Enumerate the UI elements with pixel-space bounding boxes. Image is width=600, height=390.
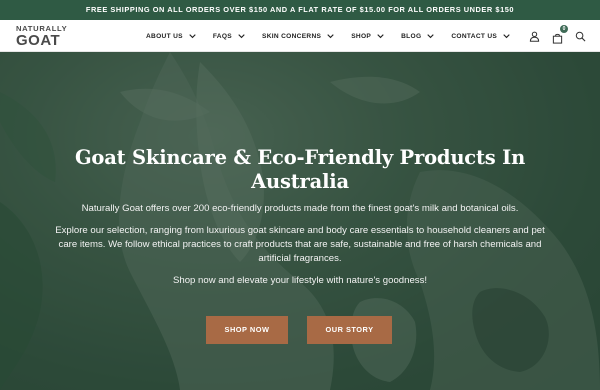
- hero-content: Goat Skincare & Eco-Friendly Products In…: [0, 52, 600, 390]
- chevron-down-icon: [327, 34, 334, 39]
- chevron-down-icon: [427, 34, 435, 39]
- menu-item-shop[interactable]: SHOP: [351, 33, 384, 40]
- header-icons: 0: [529, 20, 586, 52]
- user-icon[interactable]: [529, 31, 540, 42]
- announcement-text: FREE SHIPPING ON ALL ORDERS OVER $150 AN…: [85, 5, 515, 14]
- announcement-bar: FREE SHIPPING ON ALL ORDERS OVER $150 AN…: [0, 0, 600, 20]
- menu-item-skin-concerns[interactable]: SKIN CONCERNS: [262, 33, 334, 40]
- menu-item-label: SHOP: [351, 32, 372, 40]
- chevron-down-icon: [189, 34, 196, 39]
- main-menu: ABOUT US FAQS SKIN CONCERNS SHOP BLOG CO…: [146, 20, 527, 52]
- hero-paragraph-2: Explore our selection, ranging from luxu…: [55, 225, 545, 264]
- hero-paragraph-1: Naturally Goat offers over 200 eco-frien…: [81, 203, 519, 214]
- cart-button[interactable]: 0: [552, 24, 568, 44]
- menu-item-label: BLOG: [401, 32, 422, 40]
- menu-item-label: CONTACT US: [451, 32, 498, 40]
- logo-main-text: GOAT: [16, 32, 61, 49]
- hero-section: Goat Skincare & Eco-Friendly Products In…: [0, 52, 600, 390]
- chevron-down-icon: [238, 34, 245, 39]
- menu-item-blog[interactable]: BLOG: [401, 32, 435, 40]
- logo[interactable]: NATURALLY GOAT: [16, 23, 68, 49]
- menu-item-faqs[interactable]: FAQS: [213, 33, 245, 40]
- menu-item-contact-us[interactable]: CONTACT US: [451, 33, 510, 40]
- hero-paragraph-3: Shop now and elevate your lifestyle with…: [172, 275, 428, 286]
- cart-count-badge: 0: [560, 24, 568, 33]
- menu-item-label: ABOUT US: [146, 32, 183, 40]
- our-story-button[interactable]: OUR STORY: [307, 316, 392, 344]
- menu-item-label: SKIN CONCERNS: [262, 32, 322, 40]
- chevron-down-icon: [503, 34, 510, 39]
- menu-item-about-us[interactable]: ABOUT US: [146, 33, 196, 40]
- search-icon[interactable]: [575, 31, 586, 42]
- hero-title: Goat Skincare & Eco-Friendly Products In…: [74, 146, 526, 193]
- cart-icon: [552, 33, 563, 44]
- header-nav: NATURALLY GOAT ABOUT US FAQS SKIN CONCER…: [0, 20, 600, 52]
- shop-now-button[interactable]: SHOP NOW: [206, 316, 288, 344]
- chevron-down-icon: [377, 34, 384, 39]
- menu-item-label: FAQS: [212, 32, 232, 40]
